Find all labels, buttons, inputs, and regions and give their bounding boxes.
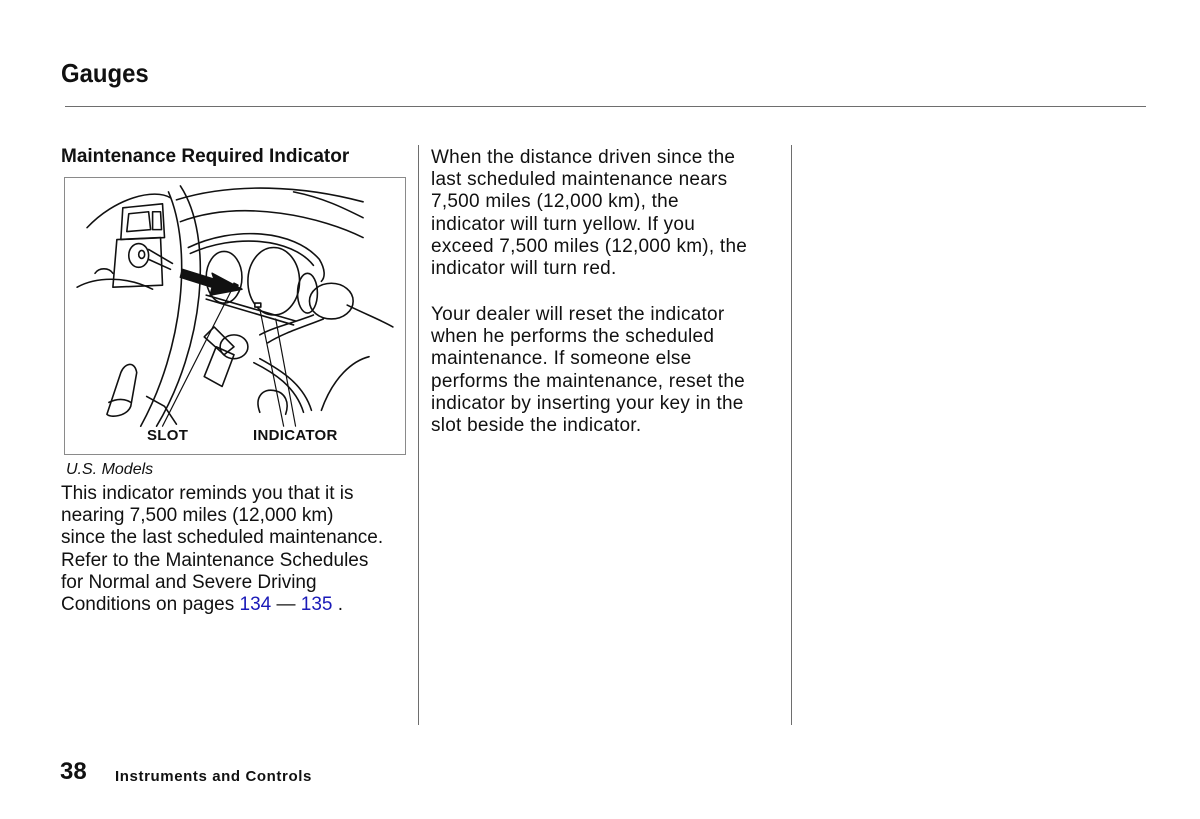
figure-caption: U.S. Models <box>66 461 154 478</box>
page-link-135[interactable]: 135 <box>301 594 333 615</box>
text-line: last scheduled maintenance nears <box>431 169 728 191</box>
text-line-with-links: Conditions on pages 134 — 135 . <box>61 594 383 616</box>
footer-section-name: Instruments and Controls <box>115 768 312 785</box>
text-line: exceed 7,500 miles (12,000 km), the <box>431 235 748 257</box>
text-line: when he performs the scheduled <box>431 326 715 348</box>
text-line: 7,500 miles (12,000 km), the <box>431 191 679 213</box>
slot-label: SLOT <box>147 427 189 444</box>
text-line: indicator will turn yellow. If you <box>431 213 696 235</box>
indicator-lamp <box>254 302 262 308</box>
range-separator: — <box>271 594 301 616</box>
page-title: Gauges <box>61 58 149 88</box>
pages-prefix: Conditions on pages <box>61 594 240 616</box>
intro-paragraph: This indicator reminds you that it is ne… <box>61 483 383 616</box>
reset-paragraph: Your dealer will reset the indicator whe… <box>431 304 745 437</box>
text-line: Your dealer will reset the indicator <box>431 304 725 325</box>
page-number: 38 <box>60 758 87 785</box>
text-line: since the last scheduled maintenance. <box>61 527 384 549</box>
text-line: When the distance driven since the <box>431 147 736 168</box>
text-line: nearing 7,500 miles (12,000 km) <box>61 505 334 527</box>
column-cover <box>86 193 172 229</box>
color-change-paragraph: When the distance driven since the last … <box>431 147 747 280</box>
dashboard-line-drawing <box>76 185 394 427</box>
text-line: indicator will turn red. <box>431 258 617 280</box>
pages-suffix: . <box>332 594 344 616</box>
indicator-label: INDICATOR <box>253 427 338 444</box>
text-line: performs the maintenance, reset the <box>431 370 745 392</box>
text-line: slot beside the indicator. <box>431 415 642 437</box>
column-divider-left <box>418 145 419 725</box>
gauge-left <box>205 250 243 304</box>
indicator-leader-line-2 <box>275 318 297 427</box>
column-divider-right <box>791 145 792 725</box>
page-link-134[interactable]: 134 <box>240 594 272 615</box>
text-line: maintenance. If someone else <box>431 348 692 370</box>
insert-arrow <box>179 268 243 296</box>
dashboard-illustration: SLOT INDICATOR <box>64 177 406 455</box>
title-divider <box>65 106 1146 107</box>
section-heading: Maintenance Required Indicator <box>61 146 350 167</box>
turn-signal-lever <box>106 363 138 417</box>
text-line: for Normal and Severe Driving <box>61 571 317 593</box>
text-line: indicator by inserting your key in the <box>431 392 744 414</box>
text-line: This indicator reminds you that it is <box>61 483 354 504</box>
text-line: Refer to the Maintenance Schedules <box>61 549 369 571</box>
